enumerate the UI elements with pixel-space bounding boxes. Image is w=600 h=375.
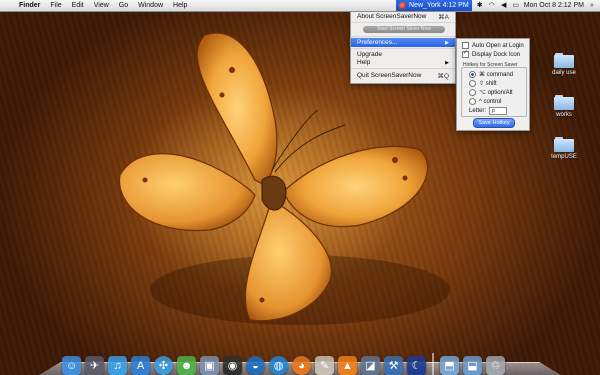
menu-quit-shortcut: ⌘Q bbox=[437, 72, 449, 80]
vlc-icon[interactable]: ▲ bbox=[338, 356, 357, 375]
auto-open-option[interactable]: Auto Open at Login bbox=[462, 42, 524, 49]
firefox-icon[interactable]: ◕ bbox=[292, 356, 311, 375]
menu-preferences[interactable]: Preferences... ▶ bbox=[351, 38, 455, 47]
xcode-icon[interactable]: ⚒ bbox=[384, 356, 403, 375]
safari-icon[interactable]: ✣ bbox=[154, 356, 173, 375]
network-icon[interactable]: ◍ bbox=[269, 356, 288, 375]
folder-label: daily use bbox=[552, 70, 576, 76]
menu-preferences-label: Preferences... bbox=[357, 39, 398, 46]
applications-stack-icon[interactable]: ⬒ bbox=[440, 356, 459, 375]
launchpad-icon[interactable]: ✈ bbox=[85, 356, 104, 375]
volume-icon[interactable]: ◀ bbox=[500, 2, 508, 10]
spotlight-icon[interactable]: ⌕ bbox=[588, 2, 596, 10]
desktop-folder-works[interactable]: works bbox=[544, 95, 584, 118]
modifier-option[interactable]: ⌥ option/Alt bbox=[469, 89, 513, 96]
menu-help-label: Help bbox=[357, 59, 371, 66]
menu-view[interactable]: View bbox=[89, 2, 114, 9]
submenu-arrow-icon: ▶ bbox=[445, 39, 449, 46]
google-earth-icon[interactable]: ◒ bbox=[246, 356, 265, 375]
auto-open-checkbox[interactable] bbox=[462, 42, 469, 49]
ichat-icon[interactable]: ☻ bbox=[177, 356, 196, 375]
battery-icon[interactable]: ▭ bbox=[512, 2, 520, 10]
preview-icon[interactable]: ▣ bbox=[200, 356, 219, 375]
display-dock-checkbox[interactable] bbox=[462, 49, 469, 58]
dock-separator bbox=[432, 353, 434, 375]
folder-label: tempUSE bbox=[551, 154, 577, 160]
app-store-icon[interactable]: A bbox=[131, 356, 150, 375]
desktop-folder-tempuse[interactable]: tempUSE bbox=[544, 137, 584, 160]
menu-about-shortcut: ⌘A bbox=[438, 13, 449, 21]
photo-booth-icon[interactable]: ◉ bbox=[223, 356, 242, 375]
modifier-shift[interactable]: ⇧ shift bbox=[469, 80, 497, 87]
shift-label: ⇧ shift bbox=[479, 81, 497, 87]
letter-value: p bbox=[492, 108, 495, 114]
preferences-submenu: Auto Open at Login Display Dock Icon Hot… bbox=[456, 38, 530, 131]
world-clock-text: New_York 4:12 PM bbox=[409, 2, 469, 9]
menu-file[interactable]: File bbox=[45, 2, 66, 9]
folder-icon bbox=[554, 137, 574, 152]
menu-separator bbox=[351, 36, 455, 37]
bluetooth-icon[interactable]: ✱ bbox=[476, 2, 484, 10]
menu-bar-extras: New_York 4:12 PM ✱ ◠ ◀ ▭ Mon Oct 8 2:12 … bbox=[396, 0, 596, 11]
itunes-icon[interactable]: ♫ bbox=[108, 356, 127, 375]
textedit-icon[interactable]: ✎ bbox=[315, 356, 334, 375]
screensavernow-menu-extra[interactable]: New_York 4:12 PM bbox=[396, 0, 472, 11]
downloads-stack-icon[interactable]: ⬓ bbox=[463, 356, 482, 375]
desktop-folder-daily-use[interactable]: daily use bbox=[544, 53, 584, 76]
folder-label: works bbox=[556, 112, 572, 118]
letter-row: Letter: p bbox=[469, 107, 508, 115]
command-label: ⌘ command bbox=[479, 72, 514, 78]
hotkey-group-label: Hotkey for Screen Saver bbox=[463, 62, 518, 68]
menu-about-label: About ScreenSaverNow bbox=[357, 13, 427, 20]
display-dock-label: Display Dock Icon bbox=[472, 51, 521, 58]
menu-separator bbox=[351, 48, 455, 49]
menu-separator bbox=[351, 22, 455, 23]
save-hotkey-button[interactable]: Save Hotkey bbox=[473, 118, 515, 128]
menu-go[interactable]: Go bbox=[114, 2, 133, 9]
menu-bar: Finder File Edit View Go Window Help New… bbox=[0, 0, 600, 12]
submenu-arrow-icon: ▶ bbox=[445, 59, 449, 66]
menu-edit[interactable]: Edit bbox=[67, 2, 89, 9]
wifi-icon[interactable]: ◠ bbox=[488, 2, 496, 10]
letter-select[interactable]: p bbox=[489, 107, 508, 115]
menu-finder[interactable]: Finder bbox=[14, 2, 45, 9]
menu-quit-label: Quit ScreenSaverNow bbox=[357, 72, 422, 79]
auto-open-label: Auto Open at Login bbox=[472, 42, 524, 49]
menu-separator bbox=[351, 68, 455, 69]
modifier-command[interactable]: ⌘ command bbox=[469, 71, 513, 78]
shift-radio[interactable] bbox=[469, 80, 476, 87]
folder-icon bbox=[554, 53, 574, 68]
command-radio[interactable] bbox=[469, 71, 476, 78]
menu-quit[interactable]: Quit ScreenSaverNow ⌘Q bbox=[351, 71, 455, 80]
control-radio[interactable] bbox=[469, 98, 476, 105]
menu-help-item[interactable]: Help ▶ bbox=[351, 58, 455, 67]
modifier-control[interactable]: ^ control bbox=[469, 98, 502, 105]
terminal-icon[interactable]: ◪ bbox=[361, 356, 380, 375]
trash-icon[interactable]: ♲ bbox=[486, 356, 505, 375]
folder-icon bbox=[554, 95, 574, 110]
menu-about[interactable]: About ScreenSaverNow ⌘A bbox=[351, 12, 455, 21]
option-radio[interactable] bbox=[469, 89, 476, 96]
screensavernow-icon bbox=[399, 2, 407, 9]
screensaver-now-icon[interactable]: ☾ bbox=[407, 356, 426, 375]
finder-icon[interactable]: ☺ bbox=[62, 356, 81, 375]
menu-window[interactable]: Window bbox=[133, 2, 168, 9]
letter-label: Letter: bbox=[469, 108, 487, 114]
display-dock-option[interactable]: Display Dock Icon bbox=[462, 49, 521, 58]
option-label: ⌥ option/Alt bbox=[479, 90, 513, 96]
screensavernow-menu: About ScreenSaverNow ⌘A Start Screen Sav… bbox=[350, 11, 456, 84]
start-screen-saver-button[interactable]: Start Screen Saver Now bbox=[363, 26, 445, 33]
menu-help[interactable]: Help bbox=[168, 2, 192, 9]
control-label: ^ control bbox=[479, 98, 502, 105]
dock: ☺ ✈ ♫ A ✣ ☻ ▣ ◉ ◒ ◍ ◕ ✎ ▲ ◪ ⚒ ☾ ⬒ ⬓ ♲ bbox=[58, 345, 546, 375]
menu-clock[interactable]: Mon Oct 8 2:12 PM bbox=[524, 2, 584, 9]
menu-upgrade-label: Upgrade bbox=[357, 51, 382, 58]
